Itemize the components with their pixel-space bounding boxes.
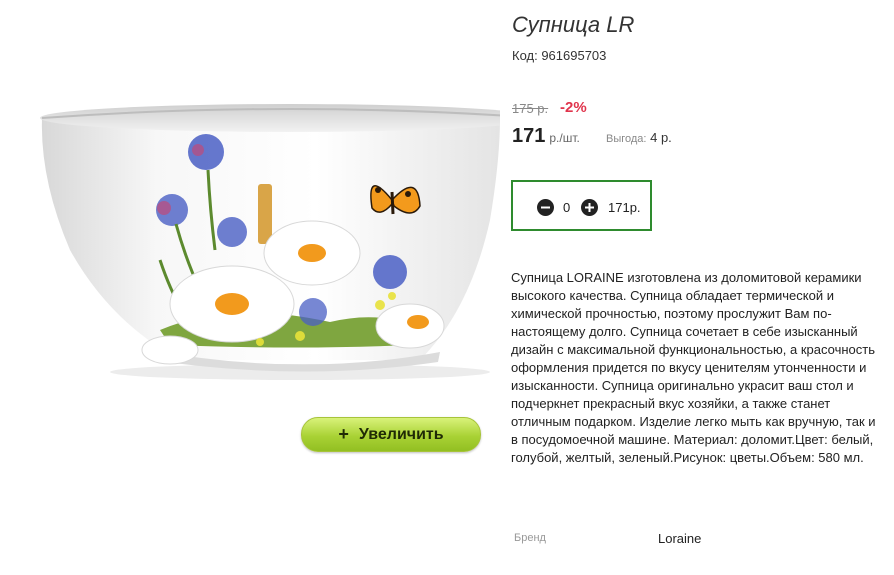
quantity-value: 0 xyxy=(563,200,571,215)
plus-circle-icon[interactable] xyxy=(581,199,598,216)
old-price: 175 р. xyxy=(512,101,549,116)
benefit-label: Выгода: xyxy=(606,133,647,145)
brand-value: Loraine xyxy=(658,531,702,546)
discount-badge: -2% xyxy=(560,99,587,116)
product-description: Супница LORAINE изготовлена из доломитов… xyxy=(511,270,876,465)
zoom-button[interactable]: + Увеличить xyxy=(301,417,481,452)
quantity-sum: 171р. xyxy=(608,200,641,215)
current-price: 171 xyxy=(512,125,546,147)
quantity-selector: 0 171р. xyxy=(511,180,652,231)
product-title: Супница LR xyxy=(512,12,635,37)
product-image-bowl[interactable] xyxy=(0,60,500,380)
plus-icon: + xyxy=(338,424,349,444)
product-code: Код: 961695703 xyxy=(512,48,607,63)
zoom-button-label: Увеличить xyxy=(358,425,444,443)
price-unit: р./шт. xyxy=(549,131,580,145)
product-image-area: + Увеличить xyxy=(0,0,500,575)
brand-label: Бренд xyxy=(514,532,546,544)
minus-icon[interactable] xyxy=(537,199,554,216)
price-row: 171 р./шт. xyxy=(512,125,580,148)
benefit: Выгода: 4 р. xyxy=(606,130,672,145)
benefit-value: 4 р. xyxy=(650,130,672,145)
